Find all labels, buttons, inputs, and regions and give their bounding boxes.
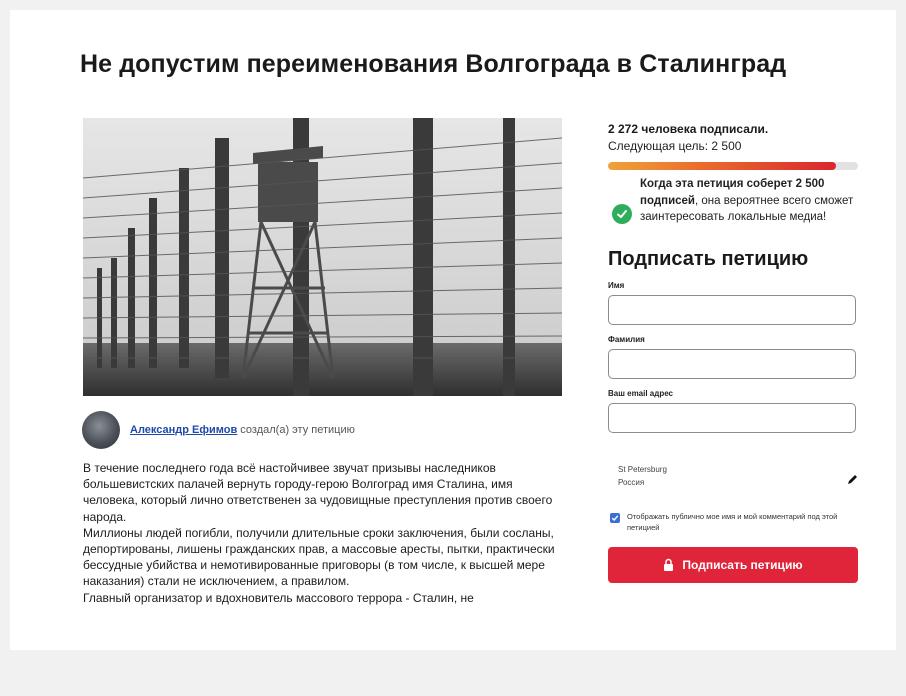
last-name-label: Фамилия	[608, 334, 645, 344]
watchtower-photo	[83, 118, 562, 396]
last-name-field[interactable]	[608, 348, 856, 379]
location-city: St Petersburg	[618, 464, 667, 474]
story-paragraph: В течение последнего года всё настойчиве…	[83, 461, 553, 524]
author-row: Александр Ефимов создал(а) эту петицию	[82, 410, 355, 450]
progress-fill	[608, 162, 836, 170]
petition-photo	[83, 118, 562, 396]
promo-message: Когда эта петиция соберет 2 500 подписей…	[608, 176, 870, 226]
story-paragraph: Миллионы людей погибли, получили длитель…	[83, 525, 555, 589]
page-title: Не допустим переименования Волгограда в …	[80, 50, 787, 78]
email-label: Ваш email адрес	[608, 388, 674, 398]
author-action: создал(а) эту петицию	[237, 424, 355, 436]
email-field[interactable]	[608, 402, 856, 433]
sign-panel: 2 272 человека подписали. Следующая цель…	[608, 122, 870, 583]
promo-lead: Когда эта петиция соберет	[640, 178, 793, 190]
consent-checkbox[interactable]	[610, 512, 620, 523]
sign-heading: Подписать петицию	[608, 247, 809, 270]
signature-count: 2 272 человека подписали.	[608, 122, 769, 136]
pencil-icon[interactable]	[846, 473, 858, 491]
story-paragraph: Главный организатор и вдохновитель массо…	[83, 590, 474, 605]
lock-icon	[663, 558, 674, 571]
promo-text: Когда эта петиция соберет 2 500 подписей…	[640, 176, 862, 226]
first-name-field[interactable]	[608, 294, 856, 325]
sign-petition-button[interactable]: Подписать петицию	[608, 546, 858, 583]
next-goal: Следующая цель: 2 500	[608, 139, 742, 153]
sign-button-label: Подписать петицию	[682, 557, 803, 572]
location-country: Россия	[618, 477, 645, 487]
petition-story: В течение последнего года всё настойчиве…	[83, 460, 563, 650]
page-container: Не допустим переименования Волгограда в …	[10, 10, 896, 650]
consent-row: Отображать публично мое имя и мой коммен…	[608, 511, 870, 533]
location-block: St Petersburg Россия	[608, 463, 870, 497]
consent-label: Отображать публично мое имя и мой коммен…	[627, 511, 838, 532]
avatar[interactable]	[82, 411, 120, 449]
signature-progress-bar	[608, 162, 858, 170]
first-name-label: Имя	[608, 280, 625, 290]
check-circle-icon	[612, 204, 632, 224]
author-link[interactable]: Александр Ефимов	[130, 424, 237, 436]
author-line: Александр Ефимов создал(а) эту петицию	[130, 424, 355, 436]
